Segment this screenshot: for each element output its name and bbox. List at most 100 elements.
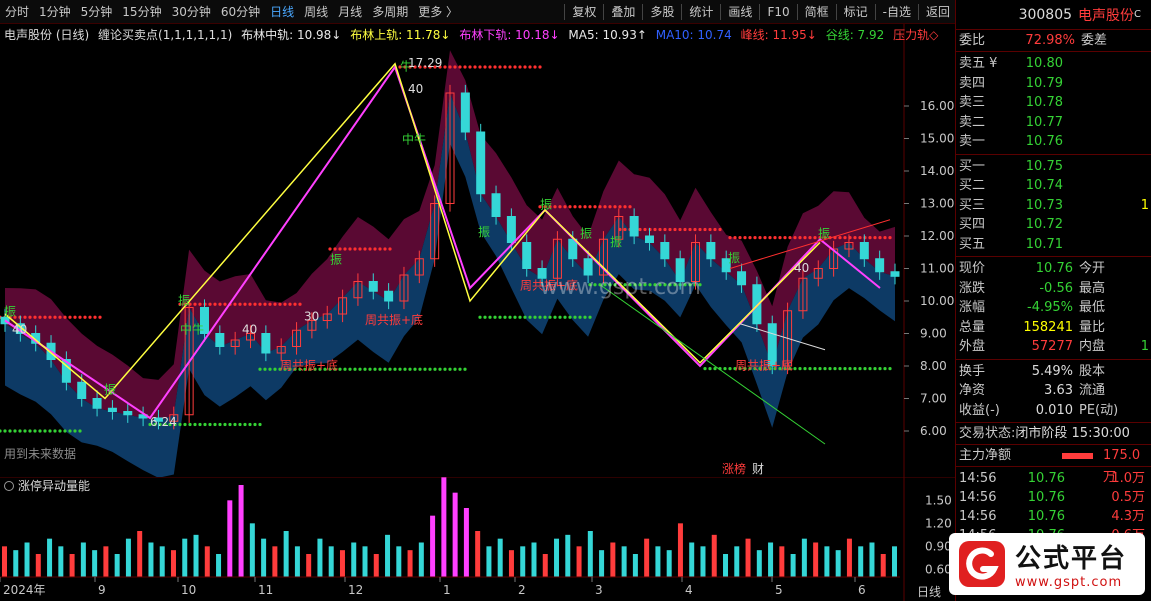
volume-bar xyxy=(892,546,897,577)
toolbar-action-button[interactable]: 多股 xyxy=(645,0,679,24)
volume-bar xyxy=(159,546,165,577)
tick-row: 14:56 10.76 1.0万 xyxy=(956,469,1151,488)
quote-label-2: 今开 xyxy=(1079,261,1106,276)
legend-boll-mid: 布林中轨: 10.98↓ xyxy=(241,28,342,42)
circle-icon[interactable] xyxy=(4,481,14,491)
period-tab[interactable]: 多周期 xyxy=(367,0,413,24)
candle-body xyxy=(215,333,225,347)
volume-bar xyxy=(565,534,571,577)
sub-y-tick-label: 1.20 xyxy=(925,516,952,530)
ask-row: 卖二 10.77 xyxy=(956,113,1151,133)
signal-zhen: 振 xyxy=(178,293,190,307)
period-tab[interactable]: 月线 xyxy=(333,0,367,24)
toolbar-action-button[interactable]: 返回 xyxy=(921,0,955,24)
stats-label: 净资 xyxy=(959,383,986,398)
signal-zhen: 振 xyxy=(4,305,16,319)
ask-label: 卖四 xyxy=(959,75,986,91)
volume-bar xyxy=(170,550,176,577)
period-tab[interactable]: 1分钟 xyxy=(34,0,76,24)
volume-bar xyxy=(373,554,379,577)
toolbar-action-button[interactable]: 叠加 xyxy=(606,0,640,24)
volume-bar xyxy=(216,554,222,577)
y-tick-label: 8.00 xyxy=(920,359,947,373)
volume-bar xyxy=(103,546,109,577)
toolbar-action-button[interactable]: 标记 xyxy=(839,0,873,24)
quote-label-2: 内盘 xyxy=(1079,339,1106,354)
stats-label: 收益(-) xyxy=(959,402,1000,418)
candle-body xyxy=(491,193,501,217)
limit-volume-chart[interactable]: 1.50 1.20 0.90 0.60 2024年 9 10 11 12 1 2 3 4 5 6 涨停异动量… xyxy=(0,477,955,601)
volume-bar xyxy=(13,550,19,577)
period-tab[interactable]: 60分钟 xyxy=(216,0,265,24)
bid-price: 10.75 xyxy=(1025,158,1063,174)
volume-bar xyxy=(677,523,683,577)
signal-zhen: 振 xyxy=(580,227,592,241)
volume-bar xyxy=(689,542,695,577)
period-tab[interactable]: 更多 〉 xyxy=(413,0,463,24)
volume-bar xyxy=(47,538,53,577)
volume-bar xyxy=(576,546,582,577)
toolbar-action-button[interactable]: 简框 xyxy=(800,0,834,24)
legend-stock: 电声股份 (日线) xyxy=(4,28,90,42)
toolbar-divider xyxy=(681,4,683,20)
x-tick-label: 4 xyxy=(685,583,693,597)
candle-body xyxy=(859,242,869,260)
candle-body xyxy=(368,281,378,292)
volume-bar xyxy=(587,531,593,577)
quote-panel: 300805 电声股份 C 委比 72.98% 委差 卖五 ¥10.80 卖四 10… xyxy=(949,0,1151,601)
period-tab[interactable]: 5分钟 xyxy=(76,0,118,24)
toolbar-action-button[interactable]: 统计 xyxy=(684,0,718,24)
volume-bar xyxy=(204,546,210,577)
kline-chart[interactable]: 16.00 15.00 14.00 13.00 12.00 11.00 10.00 9.00 8… xyxy=(0,24,955,477)
period-tab[interactable]: 分时 xyxy=(0,0,34,24)
zhangbang-badge[interactable]: 涨榜 xyxy=(722,460,746,477)
period-tab[interactable]: 15分钟 xyxy=(117,0,166,24)
tick-time: 14:56 xyxy=(959,509,997,524)
period-tab[interactable]: 30分钟 xyxy=(167,0,216,24)
toolbar-divider xyxy=(564,4,566,20)
volume-bar xyxy=(339,550,345,577)
toolbar-action-button[interactable]: F10 xyxy=(762,0,794,24)
volume-bar xyxy=(756,550,762,577)
ask-label: 卖五 ¥ xyxy=(959,56,998,71)
candle-body xyxy=(261,333,271,354)
volume-bar xyxy=(745,538,751,577)
fund-value: 175.0万 xyxy=(1102,448,1141,485)
y-tick-label: 14.00 xyxy=(920,164,954,178)
bid-row: 买三 10.73 1 xyxy=(956,196,1151,216)
bid-label: 买一 xyxy=(959,158,986,174)
toolbar-action-button[interactable]: -自选 xyxy=(878,0,916,24)
volume-bar xyxy=(317,538,323,577)
sub-y-tick-label: 1.50 xyxy=(925,493,952,507)
x-tick-label: 2024年 xyxy=(3,583,46,597)
sub-title: 涨停异动量能 xyxy=(4,477,90,494)
legend-ma5: MA5: 10.93↑ xyxy=(568,28,647,42)
x-tick-label: 9 xyxy=(98,583,106,597)
stats-row: 收益(-) 0.010 PE(动) xyxy=(956,401,1151,421)
finance-badge[interactable]: 财 xyxy=(752,460,764,477)
bid-row: 买一 10.75 xyxy=(956,157,1151,177)
x-tick-label: 10 xyxy=(181,583,196,597)
toolbar-action-button[interactable]: 画线 xyxy=(723,0,757,24)
kline-svg: 16.00 15.00 14.00 13.00 12.00 11.00 10.00 9.00 8… xyxy=(0,24,955,477)
high-price-label: 17.29 xyxy=(408,56,442,70)
y-tick-label: 10.00 xyxy=(920,294,954,308)
candle-body xyxy=(92,398,102,409)
candle-body xyxy=(77,381,87,399)
chart-toolbar: 分时 1分钟 5分钟 15分钟 30分钟 60分钟 日线 周线 月线 多周期 更多 〉 复权 叠加 多股… xyxy=(0,0,955,24)
legend-formula[interactable]: 缠论买卖点(1,1,1,1,1,1) xyxy=(98,28,232,42)
volume-bar xyxy=(362,546,368,577)
period-tab[interactable]: 周线 xyxy=(299,0,333,24)
candle-body xyxy=(476,131,486,195)
bid-price: 10.74 xyxy=(1025,178,1063,193)
toolbar-action-button[interactable]: 复权 xyxy=(567,0,601,24)
support-line xyxy=(478,315,592,319)
legend-pressure: 压力轨◇ xyxy=(893,28,939,42)
volume-bar xyxy=(655,546,661,577)
candle-body xyxy=(890,271,900,277)
volume-bar xyxy=(520,546,526,577)
volume-bar xyxy=(768,542,774,577)
period-tab[interactable]: 日线 xyxy=(265,0,299,24)
ask-label: 卖二 xyxy=(959,114,986,130)
quote-label: 涨幅 xyxy=(959,300,986,315)
